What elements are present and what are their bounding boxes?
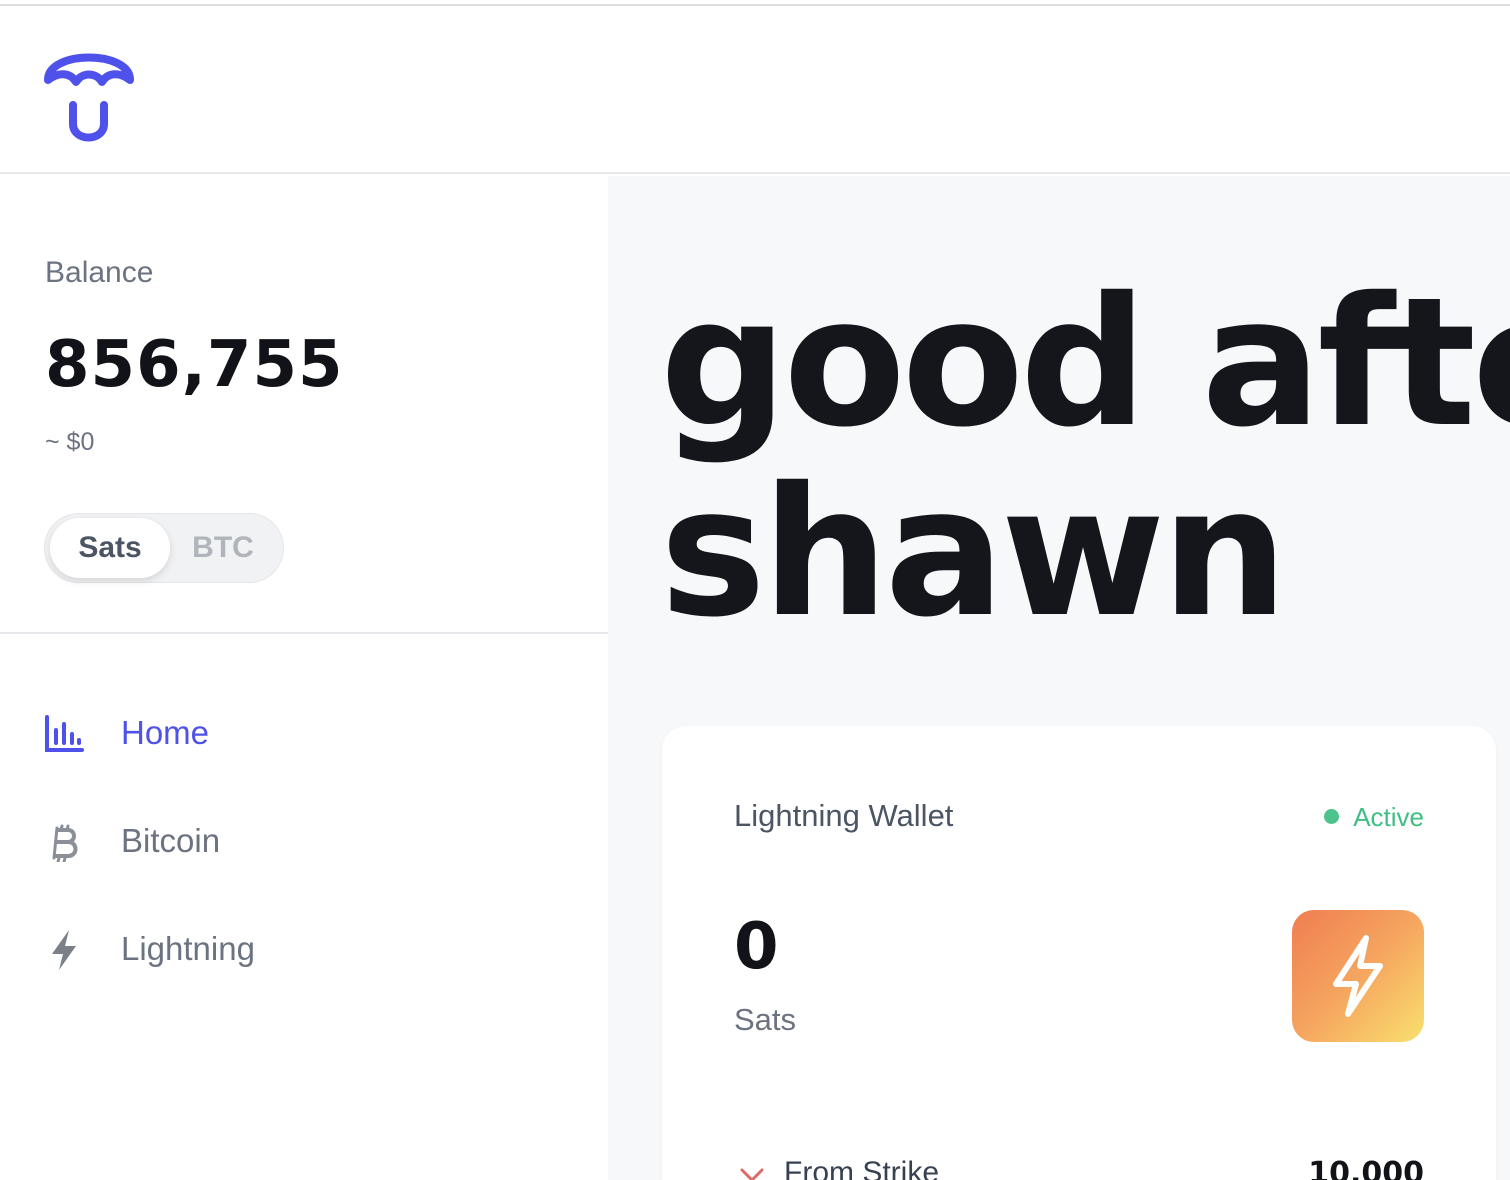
lightning-bolt-icon [1333,935,1383,1017]
transaction-label: From Strike [784,1156,940,1180]
greeting-line-1: good afternoon, [660,259,1510,466]
lightning-icon [44,930,84,970]
toggle-option-btc[interactable]: BTC [164,518,282,578]
sidebar: Balance 856,755 ~ $0 Sats BTC Home Bitco… [0,176,608,1180]
status-dot-icon [1324,809,1340,824]
top-header [0,6,1510,174]
unit-toggle[interactable]: Sats BTC [44,513,284,583]
wallet-title: Lightning Wallet [734,798,954,833]
main-content: good afternoon, shawn Lightning Wallet A… [608,176,1510,1180]
umbrella-logo-icon[interactable] [44,40,134,142]
transaction-amount: 10,000 [1308,1156,1424,1180]
balance-value: 856,755 [45,328,344,402]
sidebar-item-home[interactable]: Home [0,694,608,774]
bar-chart-icon [44,714,84,754]
sidebar-item-label: Lightning [121,930,255,967]
lightning-wallet-card[interactable]: Lightning Wallet Active 0 Sats From Stri… [662,726,1496,1180]
balance-panel: Balance 856,755 ~ $0 Sats BTC [0,176,608,634]
chevron-down-icon [740,1168,764,1180]
sidebar-item-bitcoin[interactable]: Bitcoin [0,802,608,882]
wallet-amount: 0 [734,910,779,984]
toggle-option-sats[interactable]: Sats [50,518,170,578]
greeting-line-2: shawn [660,449,1288,656]
balance-fiat-value: ~ $0 [45,428,95,456]
bitcoin-icon [44,822,84,864]
status-badge: Active [1324,802,1424,833]
lightning-badge [1292,910,1424,1042]
status-text: Active [1353,802,1424,832]
transaction-row[interactable]: From Strike 10,000 [734,1156,1424,1180]
sidebar-item-label: Home [121,714,210,751]
greeting-heading: good afternoon, shawn [660,268,1510,648]
sidebar-item-label: Bitcoin [121,822,221,859]
sidebar-item-lightning[interactable]: Lightning [0,910,608,990]
balance-label: Balance [45,256,154,289]
wallet-unit: Sats [734,1002,797,1037]
